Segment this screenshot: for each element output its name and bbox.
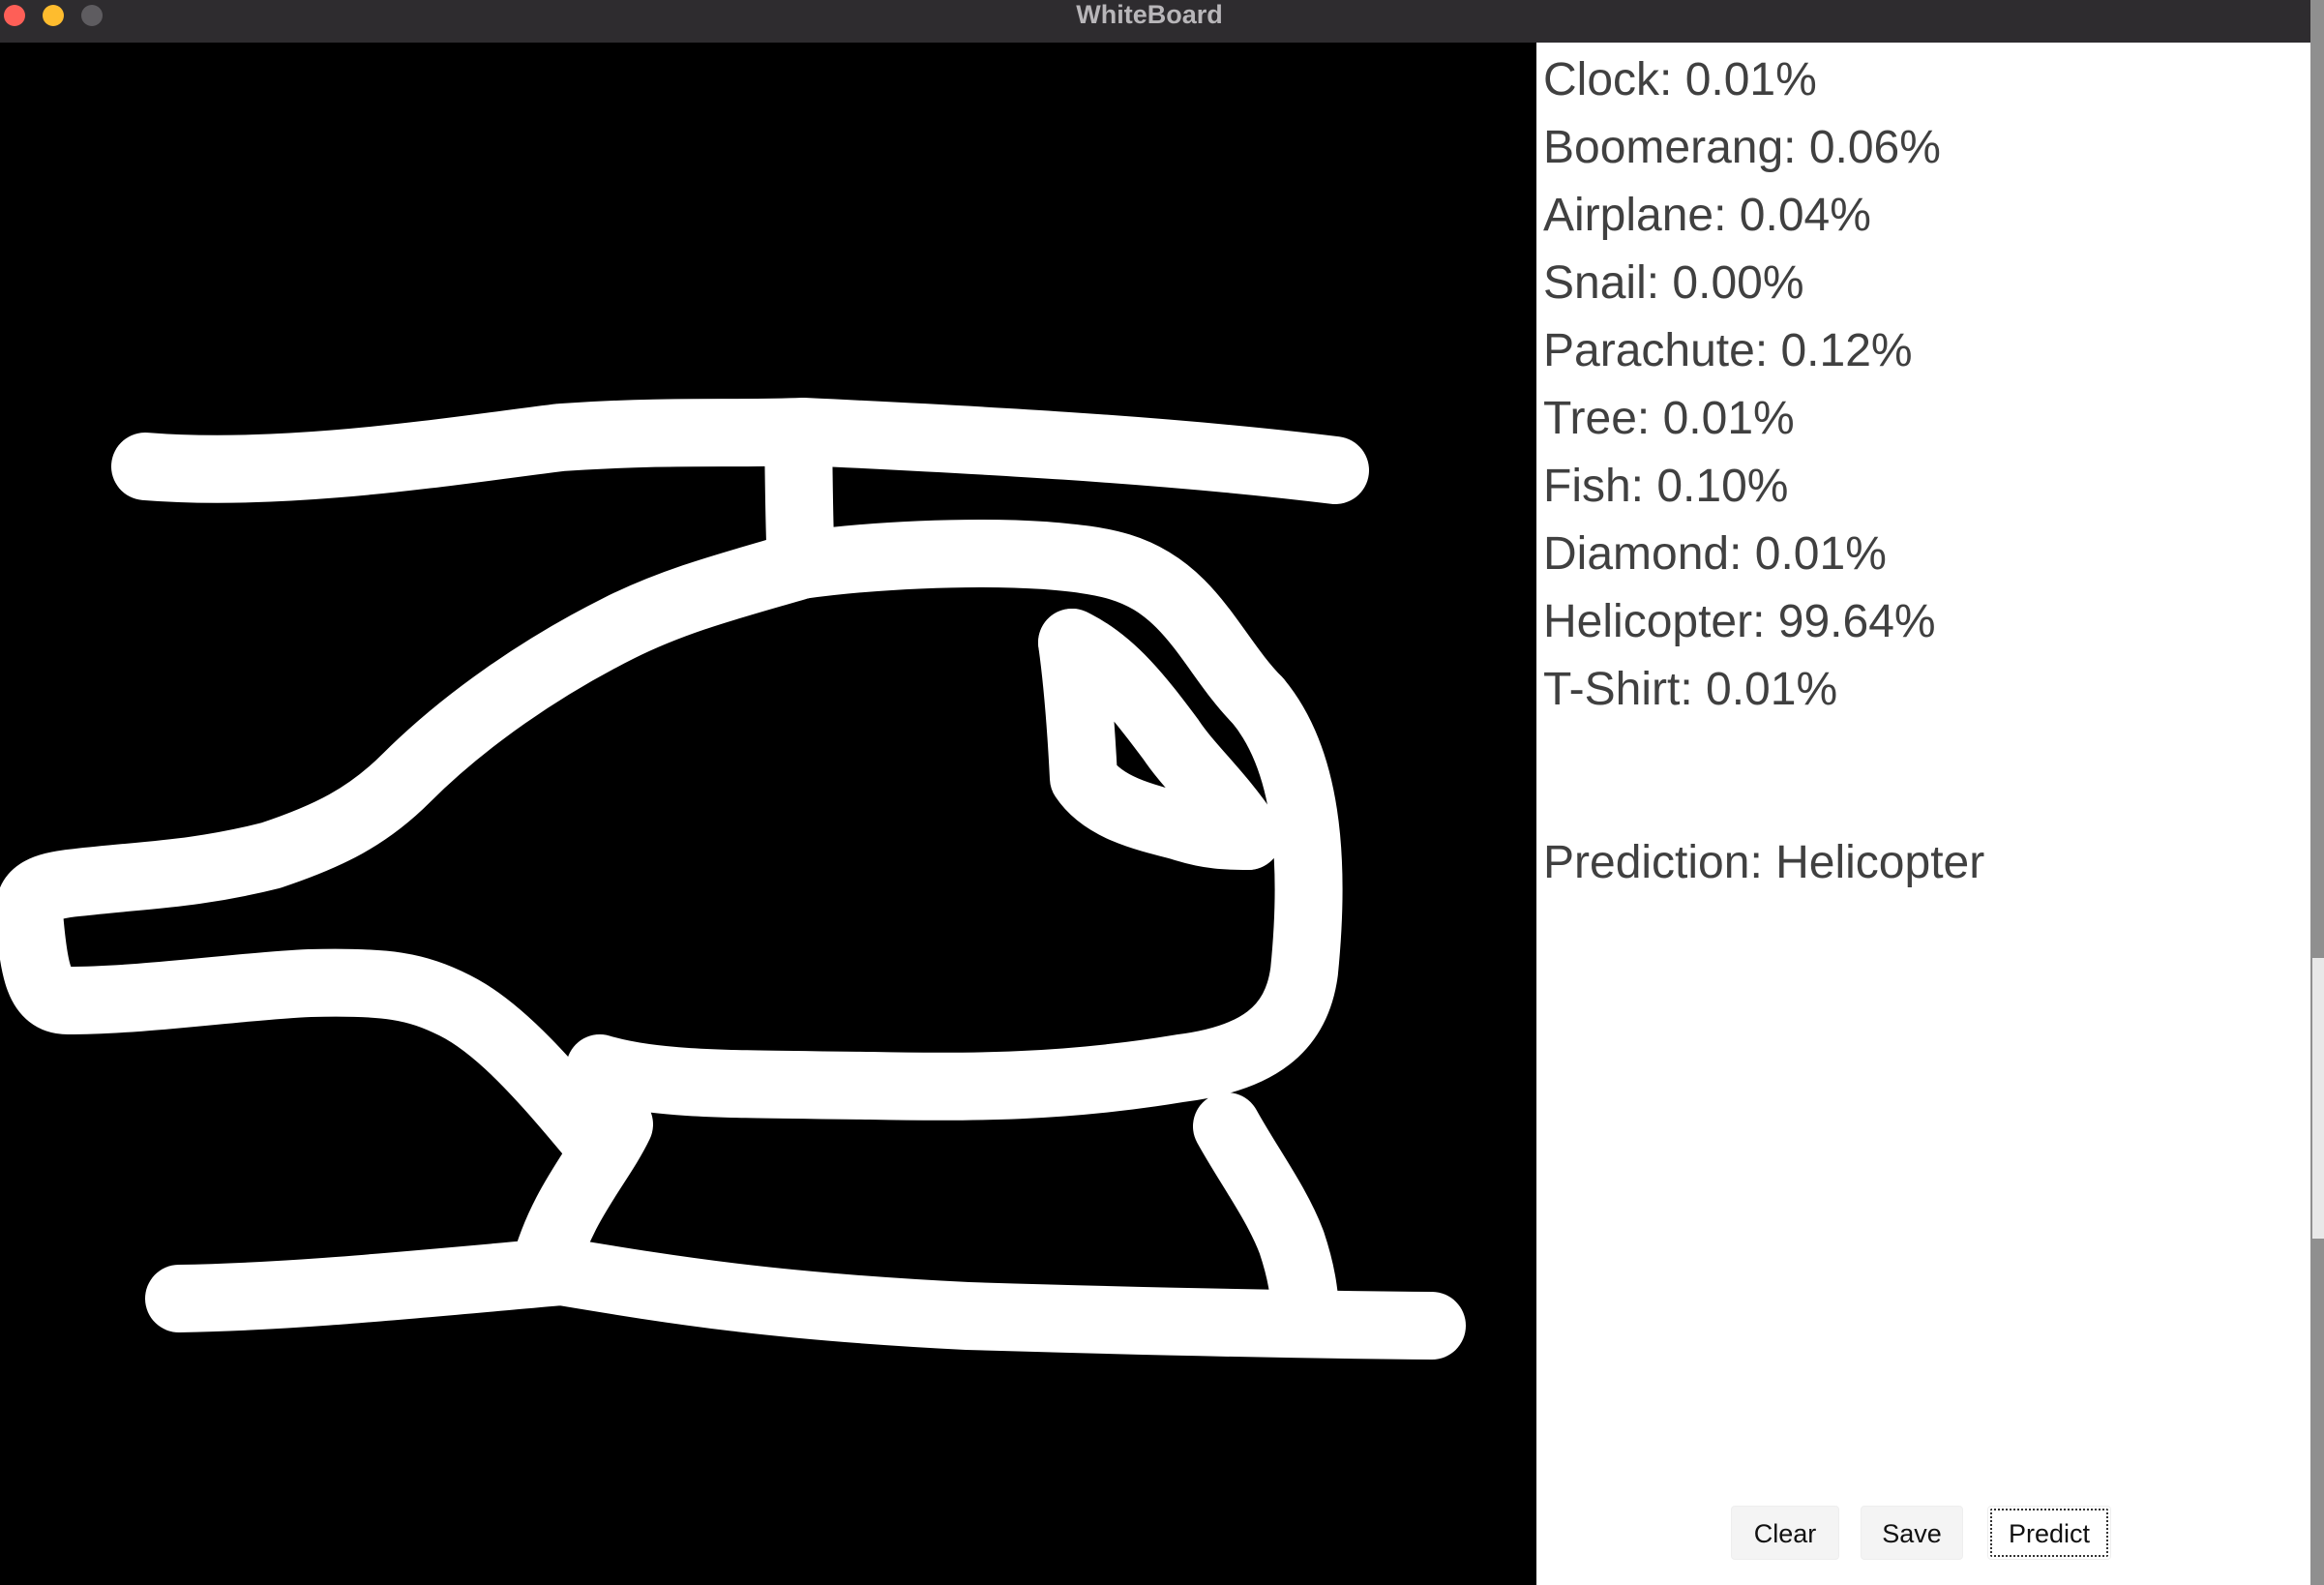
background-window-thumbnail xyxy=(2312,958,2324,1239)
clear-button[interactable]: Clear xyxy=(1731,1506,1839,1560)
app-window: WhiteBoard Clock: 0.01% Boomerang: 0.06% xyxy=(0,0,2310,1585)
prob-tree: Tree: 0.01% xyxy=(1543,393,1795,444)
results-panel: Clock: 0.01% Boomerang: 0.06% Airplane: … xyxy=(1536,43,2310,1585)
rotor-stroke xyxy=(111,398,1369,504)
prob-helicopter: Helicopter: 99.64% xyxy=(1543,596,1936,647)
predict-button[interactable]: Predict xyxy=(1987,1506,2111,1560)
prob-parachute: Parachute: 0.12% xyxy=(1543,325,1913,376)
body-top-stroke xyxy=(767,520,1292,734)
prob-boomerang: Boomerang: 0.06% xyxy=(1543,122,1941,173)
probability-list: Clock: 0.01% Boomerang: 0.06% Airplane: … xyxy=(1543,46,1941,724)
skid-stroke xyxy=(145,1238,1466,1360)
background-window-edge xyxy=(2310,0,2324,1585)
focus-ring xyxy=(1990,1509,2108,1557)
helicopter-drawing xyxy=(0,398,1466,1360)
prob-clock: Clock: 0.01% xyxy=(1543,54,1817,105)
prob-snail: Snail: 0.00% xyxy=(1543,257,1804,309)
drawing-canvas[interactable] xyxy=(0,43,1536,1585)
prob-airplane: Airplane: 0.04% xyxy=(1543,190,1871,241)
upper-tail-stroke xyxy=(0,531,835,947)
title-bar: WhiteBoard xyxy=(0,0,2310,44)
prob-diamond: Diamond: 0.01% xyxy=(1543,528,1887,580)
prediction-label: Prediction: Helicopter xyxy=(1543,837,1985,888)
save-button[interactable]: Save xyxy=(1861,1506,1963,1560)
lower-tail-stroke xyxy=(0,880,634,1180)
prob-t-shirt: T-Shirt: 0.01% xyxy=(1543,664,1838,715)
prob-fish: Fish: 0.10% xyxy=(1543,461,1789,512)
window-title: WhiteBoard xyxy=(1076,0,1223,29)
